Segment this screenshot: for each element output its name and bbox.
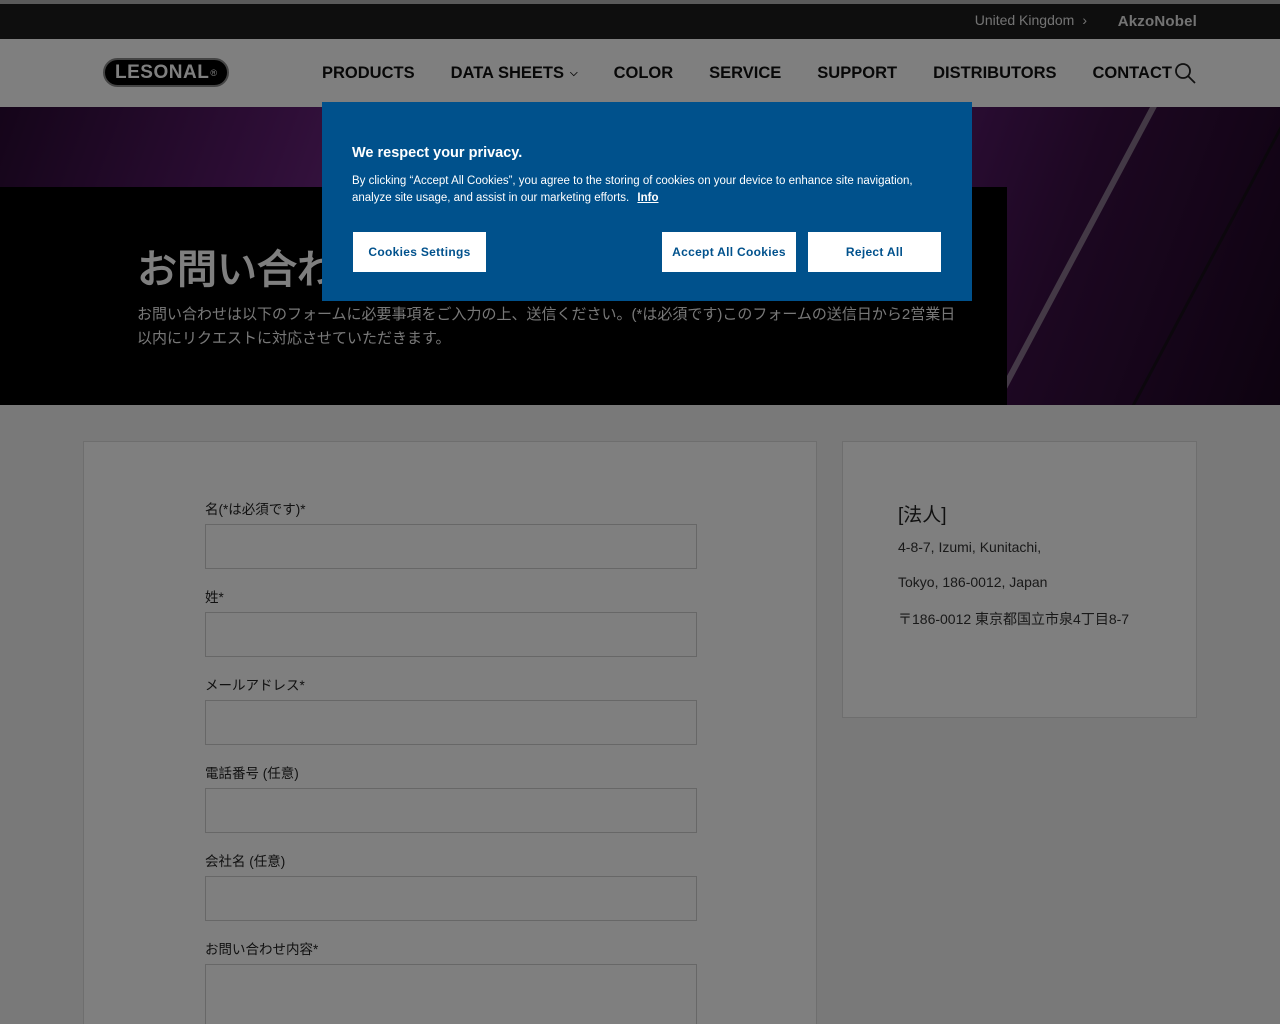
cookie-description: By clicking “Accept All Cookies”, you ag… <box>352 173 932 207</box>
cookie-info-link[interactable]: Info <box>637 192 658 204</box>
cookie-consent-dialog: We respect your privacy. By clicking “Ac… <box>322 102 972 301</box>
accept-all-cookies-button[interactable]: Accept All Cookies <box>661 231 797 273</box>
cookie-description-text: By clicking “Accept All Cookies”, you ag… <box>352 175 913 204</box>
reject-all-button[interactable]: Reject All <box>807 231 942 273</box>
cookie-title: We respect your privacy. <box>352 145 523 161</box>
cookies-settings-button[interactable]: Cookies Settings <box>352 231 487 273</box>
